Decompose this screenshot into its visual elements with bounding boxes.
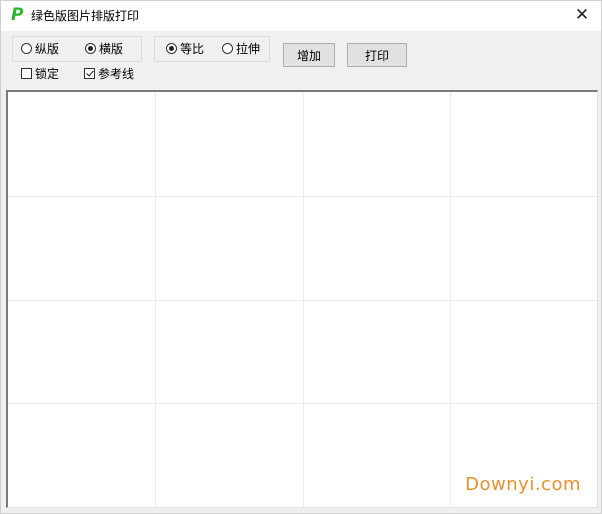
title-bar[interactable]: P 绿色版图片排版打印 ✕ [1,1,601,31]
print-button[interactable]: 打印 [347,43,407,67]
layout-canvas[interactable]: Downyi.com [6,90,598,508]
lock-checkbox-label: 锁定 [35,66,60,81]
close-icon: ✕ [574,5,590,25]
guides-checkbox-label: 参考线 [98,66,135,81]
portrait-radio-indicator[interactable] [21,42,32,54]
close-button[interactable]: ✕ [569,3,595,27]
proportional-radio[interactable]: 等比 [166,40,204,56]
app-logo-icon: P [11,5,24,25]
landscape-radio-indicator[interactable] [85,42,96,54]
watermark-text: Downyi.com [465,474,581,495]
proportional-radio-label: 等比 [180,41,205,56]
stretch-radio[interactable]: 拉伸 [222,40,260,56]
proportional-radio-indicator[interactable] [166,42,177,54]
lock-checkbox-box[interactable] [21,67,32,79]
guides-checkbox-box[interactable] [84,67,95,79]
window-title: 绿色版图片排版打印 [31,9,140,23]
stretch-radio-indicator[interactable] [222,42,233,54]
guide-line-horizontal [8,403,597,404]
stretch-radio-label: 拉伸 [236,41,261,56]
landscape-radio-label: 横版 [99,41,124,56]
portrait-radio[interactable]: 纵版 [21,40,59,56]
landscape-radio[interactable]: 横版 [85,40,123,56]
guide-line-horizontal [8,300,597,301]
guide-line-horizontal [8,196,597,197]
add-button[interactable]: 增加 [283,43,335,67]
app-window: P 绿色版图片排版打印 ✕ 纵版 横版 锁定 参考线 等比 拉伸 增加 打印 D… [0,0,602,514]
lock-checkbox[interactable]: 锁定 [21,65,59,81]
guides-checkbox[interactable]: 参考线 [84,65,134,81]
portrait-radio-label: 纵版 [35,41,60,56]
